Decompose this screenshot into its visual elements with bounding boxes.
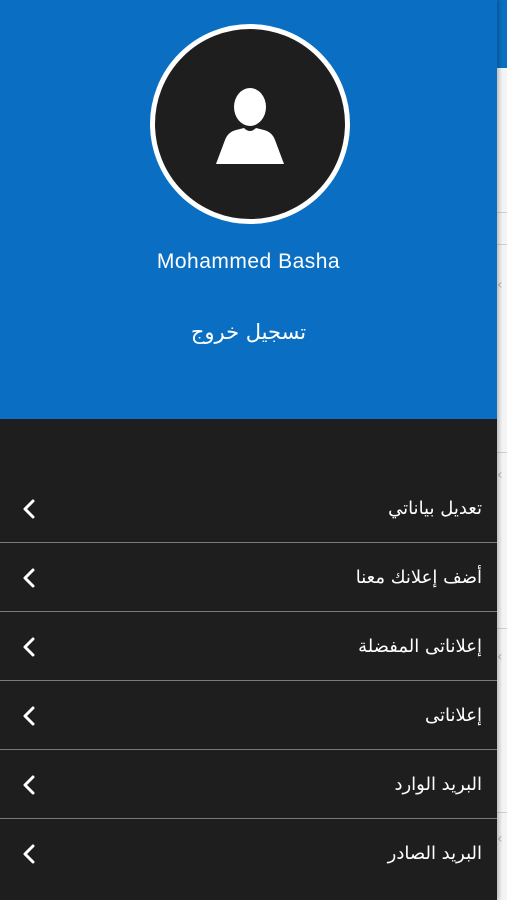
background-divider [497, 212, 507, 213]
menu-item-label: البريد الوارد [394, 774, 482, 795]
background-page: ‹ ‹ ‹ ‹ [497, 0, 507, 900]
menu-item-label: إعلاناتى المفضلة [358, 636, 482, 657]
menu-item-label: البريد الصادر [387, 843, 482, 864]
background-chevron-icon: ‹ [497, 831, 503, 847]
menu-item-inbox[interactable]: البريد الوارد [0, 750, 497, 819]
background-divider [497, 812, 507, 813]
drawer-menu: تعديل بياناتي أضف إعلانك معنا إعلاناتى ا… [0, 474, 497, 888]
menu-item-label: تعديل بياناتي [388, 498, 482, 519]
chevron-left-icon [23, 499, 35, 519]
user-silhouette-icon [216, 88, 284, 164]
chevron-left-icon [23, 844, 35, 864]
menu-item-favorite-ads[interactable]: إعلاناتى المفضلة [0, 612, 497, 681]
avatar[interactable] [150, 24, 350, 224]
background-divider [497, 244, 507, 245]
background-chevron-icon: ‹ [497, 277, 503, 293]
logout-link[interactable]: تسجيل خروج [0, 320, 497, 344]
chevron-left-icon [23, 568, 35, 588]
menu-item-my-ads[interactable]: إعلاناتى [0, 681, 497, 750]
user-name: Mohammed Basha [156, 250, 341, 273]
navigation-drawer: Mohammed Basha تسجيل خروج تعديل بياناتي … [0, 0, 497, 900]
chevron-left-icon [23, 775, 35, 795]
background-app-bar [497, 0, 507, 68]
background-chevron-icon: ‹ [497, 467, 503, 483]
menu-item-outbox[interactable]: البريد الصادر [0, 819, 497, 888]
background-divider [497, 452, 507, 453]
menu-item-edit-profile[interactable]: تعديل بياناتي [0, 474, 497, 543]
chevron-left-icon [23, 706, 35, 726]
menu-item-add-ad[interactable]: أضف إعلانك معنا [0, 543, 497, 612]
background-divider [497, 628, 507, 629]
menu-item-label: أضف إعلانك معنا [355, 567, 482, 588]
drawer-header: Mohammed Basha تسجيل خروج [0, 0, 497, 419]
background-chevron-icon: ‹ [497, 649, 503, 665]
chevron-left-icon [23, 637, 35, 657]
menu-item-label: إعلاناتى [425, 705, 482, 726]
